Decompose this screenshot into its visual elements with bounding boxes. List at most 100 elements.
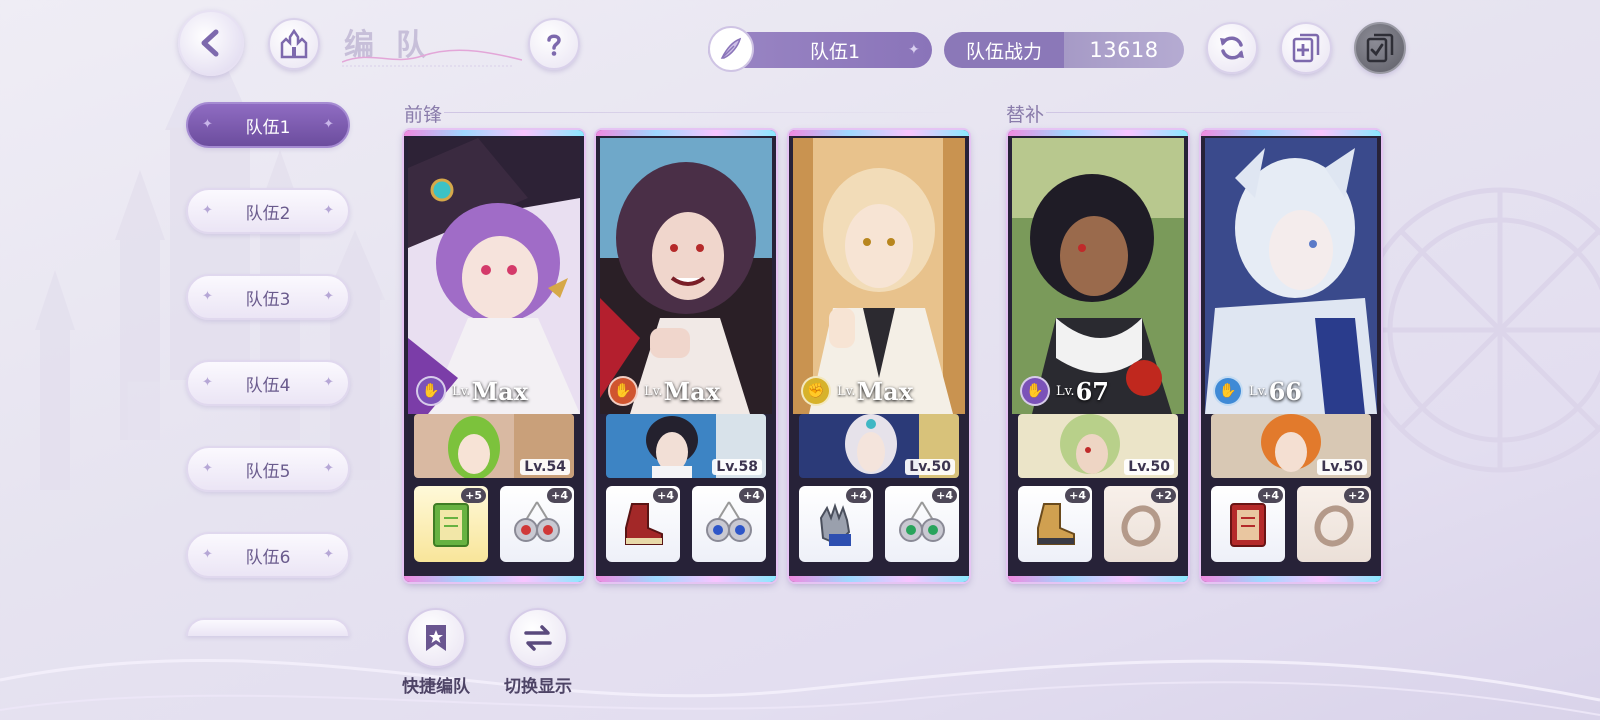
help-button[interactable] xyxy=(528,18,580,70)
swap-arrows-icon xyxy=(524,625,552,651)
equipment-slot-2[interactable]: +2 xyxy=(1104,486,1178,562)
castle-icon xyxy=(280,29,308,59)
quill-icon xyxy=(720,37,742,59)
refresh-icon xyxy=(1220,36,1244,60)
book-icon xyxy=(433,503,469,547)
quick-team-circle[interactable] xyxy=(406,608,466,668)
switch-display-button[interactable]: 切换显示 xyxy=(496,608,580,697)
level-value: 67 xyxy=(1075,376,1109,406)
enhance-level: +4 xyxy=(1065,488,1090,503)
equipment-slot-1[interactable]: +5 xyxy=(414,486,488,562)
character-card-4[interactable]: ✋ Lv. 67 Lv.50 +4 +2 xyxy=(1008,130,1188,582)
quick-team-button[interactable]: 快捷编队 xyxy=(394,608,478,697)
support-level: Lv.50 xyxy=(905,459,955,475)
equipment-slot-2[interactable]: +4 xyxy=(885,486,959,562)
equipment-slot-1[interactable]: +4 xyxy=(1211,486,1285,562)
level-row: ✋ Lv. Max xyxy=(608,376,720,406)
character-card-5[interactable]: ✋ Lv. 66 Lv.50 +4 +2 xyxy=(1201,130,1381,582)
sparkle-icon: ✦ xyxy=(202,289,213,304)
level-prefix: Lv. xyxy=(1249,383,1268,399)
character-card-1[interactable]: ✋ Lv. Max Lv.54 +5 +4 xyxy=(404,130,584,582)
equipment-slot-1[interactable]: +4 xyxy=(1018,486,1092,562)
support-character-slot[interactable]: Lv.58 xyxy=(606,414,766,478)
tab-label: 队伍5 xyxy=(245,461,291,482)
rename-team-button[interactable] xyxy=(708,26,754,72)
level-prefix: Lv. xyxy=(644,383,663,399)
tab-team-1[interactable]: ✦ 队伍1 ✦ xyxy=(186,102,350,148)
level-prefix: Lv. xyxy=(1056,383,1075,399)
equipment-slot-1[interactable]: +4 xyxy=(606,486,680,562)
tab-label: 队伍4 xyxy=(245,375,291,396)
home-button[interactable] xyxy=(268,18,320,70)
refresh-button[interactable] xyxy=(1206,22,1258,74)
character-card-3[interactable]: ✊ Lv. Max Lv.50 +4 +4 xyxy=(789,130,969,582)
team-power-display: 队伍战力 13618 xyxy=(944,32,1184,68)
tab-label: 队伍2 xyxy=(245,203,291,224)
character-portrait[interactable] xyxy=(408,138,580,414)
equipment-slot-2[interactable]: +2 xyxy=(1297,486,1371,562)
switch-display-circle[interactable] xyxy=(508,608,568,668)
quick-team-label: 快捷编队 xyxy=(402,677,470,697)
sparkle-icon: ✦ xyxy=(202,117,213,132)
section-label-front: 前锋 xyxy=(404,104,443,126)
add-team-button[interactable] xyxy=(1280,22,1332,74)
element-icon: ✋ xyxy=(1213,376,1243,406)
support-character-slot[interactable]: Lv.50 xyxy=(799,414,959,478)
tab-team-7-partial[interactable] xyxy=(186,618,350,636)
section-divider xyxy=(1046,112,1376,113)
enhance-level: +5 xyxy=(461,488,486,503)
sparkle-icon: ✦ xyxy=(323,375,334,390)
bookmark-star-icon xyxy=(426,625,446,651)
sparkle-icon: ✦ xyxy=(323,117,334,132)
tab-label: 队伍1 xyxy=(245,117,291,138)
character-portrait[interactable] xyxy=(1012,138,1184,414)
support-character-slot[interactable]: Lv.54 xyxy=(414,414,574,478)
switch-display-label: 切换显示 xyxy=(504,677,572,697)
title-decoration xyxy=(342,49,522,67)
character-portrait[interactable] xyxy=(1205,138,1377,414)
character-portrait[interactable] xyxy=(600,138,772,414)
tab-team-4[interactable]: ✦ 队伍4 ✦ xyxy=(186,360,350,406)
equipment-slot-2[interactable]: +4 xyxy=(692,486,766,562)
tab-label: 队伍6 xyxy=(245,547,291,568)
equipment-slot-1[interactable]: +4 xyxy=(799,486,873,562)
sparkle-icon: ✦ xyxy=(323,203,334,218)
apply-team-button[interactable] xyxy=(1354,22,1406,74)
enhance-level: +4 xyxy=(1258,488,1283,503)
sparkle-icon: ✦ xyxy=(202,547,213,562)
check-copy-icon xyxy=(1366,33,1394,63)
equipment-slot-2[interactable]: +4 xyxy=(500,486,574,562)
book-icon xyxy=(1230,503,1266,547)
support-character-slot[interactable]: Lv.50 xyxy=(1018,414,1178,478)
sparkle-icon: ✦ xyxy=(323,461,334,476)
sparkle-icon: ✦ xyxy=(202,461,213,476)
character-portrait[interactable] xyxy=(793,138,965,414)
team-name-text: 队伍1 xyxy=(809,40,861,63)
earring-icon xyxy=(706,501,752,542)
sparkle-icon: ✦ xyxy=(323,289,334,304)
tab-team-6[interactable]: ✦ 队伍6 ✦ xyxy=(186,532,350,578)
tab-team-3[interactable]: ✦ 队伍3 ✦ xyxy=(186,274,350,320)
support-character-slot[interactable]: Lv.50 xyxy=(1211,414,1371,478)
tab-team-2[interactable]: ✦ 队伍2 ✦ xyxy=(186,188,350,234)
support-level: Lv.58 xyxy=(712,459,762,475)
tab-team-5[interactable]: ✦ 队伍5 ✦ xyxy=(186,446,350,492)
enhance-level: +4 xyxy=(846,488,871,503)
background-swirl-decoration xyxy=(0,658,1600,716)
enhance-level: +4 xyxy=(653,488,678,503)
level-row: ✋ Lv. 67 xyxy=(1020,376,1109,406)
level-value: Max xyxy=(856,376,914,406)
tab-label: 队伍3 xyxy=(245,289,291,310)
level-row: ✋ Lv. Max xyxy=(416,376,528,406)
element-icon: ✊ xyxy=(801,376,831,406)
support-level: Lv.50 xyxy=(1317,459,1367,475)
enhance-level: +4 xyxy=(547,488,572,503)
enhance-level: +4 xyxy=(932,488,957,503)
back-button[interactable] xyxy=(178,10,244,76)
sparkle-icon: ✦ xyxy=(323,547,334,562)
boot-icon xyxy=(625,503,663,545)
character-card-2[interactable]: ✋ Lv. Max Lv.58 +4 +4 xyxy=(596,130,776,582)
glove-icon xyxy=(819,502,851,546)
earring-icon xyxy=(899,501,945,542)
support-level: Lv.54 xyxy=(520,459,570,475)
